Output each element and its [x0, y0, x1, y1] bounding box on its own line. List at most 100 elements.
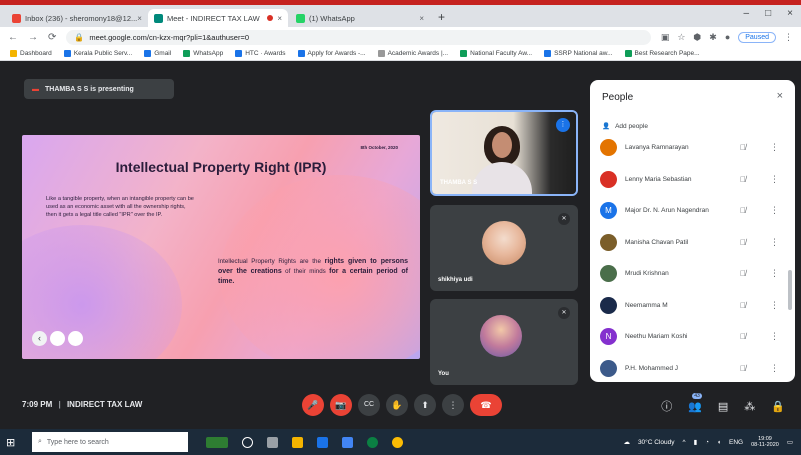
more-options-button[interactable]: ⋮	[442, 394, 464, 416]
slide-control-button[interactable]	[68, 331, 83, 346]
more-options-icon[interactable]: ⋮	[770, 237, 779, 248]
bookmark-item[interactable]: Gmail	[144, 50, 171, 57]
avatar	[600, 265, 617, 283]
close-icon[interactable]: ×	[277, 14, 282, 23]
puzzle-icon[interactable]: ✱	[709, 32, 717, 43]
mic-off-icon: 🎙̸	[740, 363, 746, 373]
menu-icon[interactable]: ⋮	[784, 32, 793, 43]
tab-whatsapp[interactable]: (1) WhatsApp ×	[290, 9, 430, 27]
chrome-icon[interactable]	[392, 436, 403, 448]
back-icon[interactable]: ←	[8, 32, 18, 43]
clock[interactable]: 19:09 08-11-2020	[751, 436, 779, 448]
meeting-time: 7:09 PM	[22, 400, 53, 409]
list-item[interactable]: Mrudi Krishnan 🎙̸ ⋮	[590, 258, 788, 290]
bookmark-item[interactable]: SSRP National aw...	[544, 50, 613, 57]
participant-tile-speaker[interactable]: ⋮ THAMBA S S	[430, 110, 578, 196]
weather-widget-icon[interactable]	[206, 436, 228, 448]
host-controls-icon[interactable]: 🔒	[771, 400, 785, 413]
edge-icon[interactable]	[367, 436, 378, 448]
weather-text[interactable]: 30°C Cloudy	[638, 439, 675, 446]
cast-icon[interactable]: ▣	[661, 32, 670, 43]
more-options-icon[interactable]: ⋮	[770, 142, 779, 153]
list-item[interactable]: Manisha Chavan Patil 🎙̸ ⋮	[590, 227, 788, 259]
participant-tile-self[interactable]: ✕ You	[430, 299, 578, 385]
taskbar-search-input[interactable]: ⌕ Type here to search	[32, 432, 188, 452]
more-options-icon[interactable]: ⋮	[770, 268, 779, 279]
bookmark-item[interactable]: National Faculty Aw...	[460, 50, 532, 57]
slide-control-button[interactable]	[50, 331, 65, 346]
meeting-details-icon[interactable]: ⓘ	[661, 398, 672, 414]
bookmark-item[interactable]: Academic Awards |...	[377, 50, 448, 57]
close-window-icon[interactable]: ×	[787, 8, 793, 19]
maximize-icon[interactable]: □	[765, 8, 771, 19]
presenting-banner: ▬ THAMBA S S is presenting	[24, 79, 174, 99]
bookmark-item[interactable]: Kerala Public Serv...	[63, 50, 132, 57]
notification-icon[interactable]: ▭	[787, 438, 793, 446]
participant-name: Neemamma M	[625, 301, 668, 309]
search-placeholder: Type here to search	[46, 438, 109, 446]
present-now-button[interactable]: ⬆	[414, 394, 436, 416]
captions-button[interactable]: CC	[358, 394, 380, 416]
windows-start-icon[interactable]: ⊞	[6, 436, 26, 449]
bookmark-icon	[544, 50, 552, 57]
reload-icon[interactable]: ⟳	[48, 32, 56, 43]
tab-meet[interactable]: Meet - INDIRECT TAX LAW ×	[148, 9, 288, 27]
mic-toggle-button[interactable]: 🎤	[302, 394, 324, 416]
more-options-icon[interactable]: ⋮	[770, 205, 779, 216]
more-options-icon[interactable]: ⋮	[770, 363, 779, 374]
present-screen-icon: ▬	[32, 85, 39, 93]
close-icon[interactable]: ×	[137, 14, 142, 23]
participant-tile[interactable]: ✕ shikhiya udi	[430, 205, 578, 291]
cortana-icon[interactable]	[242, 436, 253, 448]
tray-arrow-icon[interactable]: ^	[683, 439, 686, 446]
bookmark-item[interactable]: Dashboard	[10, 50, 52, 57]
list-item[interactable]: N Neethu Mariam Koshi 🎙̸ ⋮	[590, 321, 788, 353]
mail-icon[interactable]	[342, 436, 353, 448]
minimize-icon[interactable]: –	[744, 8, 750, 19]
paused-sync-button[interactable]: Paused	[738, 31, 776, 43]
battery-icon: ▮	[693, 439, 698, 446]
tab-gmail[interactable]: Inbox (236) - sheromony18@12... ×	[6, 9, 146, 27]
bookmark-icon	[377, 50, 385, 57]
mic-off-icon: 🎙̸	[740, 206, 746, 216]
file-explorer-icon[interactable]	[292, 436, 303, 448]
previous-slide-button[interactable]: ‹	[32, 331, 47, 346]
mic-off-icon: 🎙̸	[740, 269, 746, 279]
new-tab-button[interactable]: +	[438, 10, 445, 24]
url-input[interactable]: 🔒 meet.google.com/cn-kzx-mqr?pli=1&authu…	[66, 29, 651, 45]
camera-toggle-button[interactable]: 📷	[330, 394, 352, 416]
close-panel-button[interactable]: ×	[777, 90, 783, 102]
more-options-icon[interactable]: ⋮	[770, 331, 779, 342]
add-person-icon: 👤	[602, 123, 611, 130]
bookmark-item[interactable]: WhatsApp	[183, 50, 223, 57]
list-item[interactable]: P.H. Mohammed J 🎙̸ ⋮	[590, 353, 788, 383]
bookmark-item[interactable]: HTC · Awards	[235, 50, 286, 57]
end-call-button[interactable]: ☎	[470, 394, 502, 416]
list-item[interactable]: Neemamma M 🎙̸ ⋮	[590, 290, 788, 322]
list-item[interactable]: Lenny Maria Sebastian 🎙̸ ⋮	[590, 164, 788, 196]
list-item[interactable]: Lavanya Ramnarayan 🎙̸ ⋮	[590, 132, 788, 164]
star-icon[interactable]: ☆	[677, 32, 685, 43]
bookmark-item[interactable]: Apply for Awards -...	[297, 50, 366, 57]
add-people-button[interactable]: 👤 Add people	[602, 122, 648, 131]
language-indicator[interactable]: ENG	[729, 439, 743, 446]
extension-icon[interactable]: ⬢	[693, 32, 701, 43]
more-options-icon[interactable]: ⋮	[770, 300, 779, 311]
raise-hand-button[interactable]: ✋	[386, 394, 408, 416]
forward-icon[interactable]: →	[28, 32, 38, 43]
close-icon[interactable]: ×	[419, 14, 424, 23]
avatar-icon[interactable]: ●	[725, 32, 730, 42]
list-item[interactable]: M Major Dr. N. Arun Nagendran 🎙̸ ⋮	[590, 195, 788, 227]
mic-off-icon: 🎙̸	[740, 174, 746, 184]
people-button[interactable]: 👥 43	[688, 392, 702, 413]
more-options-icon[interactable]: ⋮	[770, 174, 779, 185]
participant-list: Lavanya Ramnarayan 🎙̸ ⋮ Lenny Maria Seba…	[590, 132, 788, 382]
task-view-icon[interactable]	[267, 436, 278, 448]
panel-scrollbar[interactable]	[788, 270, 792, 310]
chat-icon[interactable]: ▤	[718, 400, 728, 413]
participant-name: THAMBA S S	[440, 180, 478, 186]
whatsapp-icon	[296, 13, 305, 23]
bookmark-item[interactable]: Best Research Pape...	[624, 50, 700, 57]
activities-icon[interactable]: ⁂	[744, 400, 755, 413]
store-icon[interactable]	[317, 436, 328, 448]
